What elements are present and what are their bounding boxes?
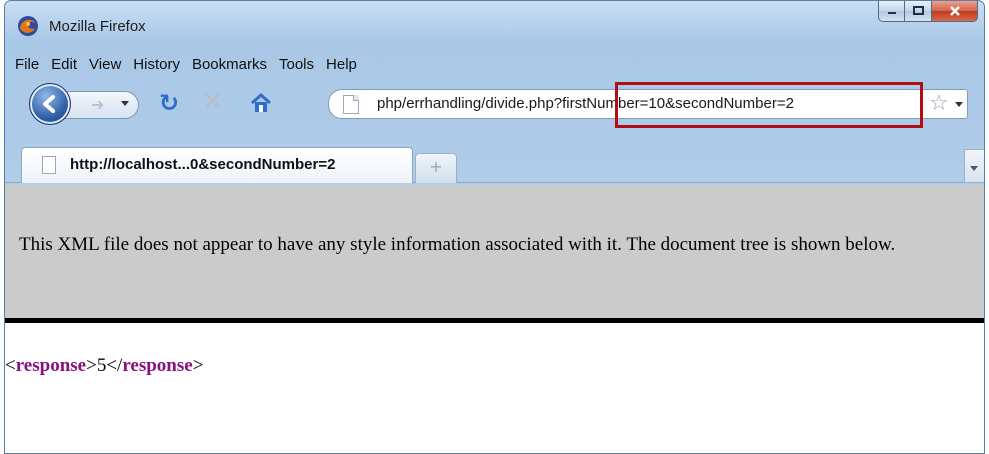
xml-tag-close: response xyxy=(122,355,193,376)
menu-help[interactable]: Help xyxy=(326,56,357,73)
forward-icon: ➜ xyxy=(91,95,105,114)
close-button[interactable] xyxy=(932,1,978,22)
back-button[interactable] xyxy=(29,83,71,125)
browser-window: Mozilla Firefox File Edit View History B… xyxy=(4,0,985,454)
close-bracket: > xyxy=(86,355,97,376)
back-icon xyxy=(43,95,55,113)
title-bar[interactable]: Mozilla Firefox xyxy=(5,1,984,45)
new-tab-button[interactable]: + xyxy=(415,153,457,183)
home-icon[interactable] xyxy=(249,91,273,115)
minimize-button[interactable] xyxy=(878,1,905,22)
end-close-bracket: > xyxy=(192,355,204,376)
close-icon xyxy=(949,6,960,16)
maximize-icon xyxy=(912,6,924,15)
maximize-button[interactable] xyxy=(905,1,932,22)
xml-info-banner: This XML file does not appear to have an… xyxy=(5,185,984,323)
xml-tag-open: response xyxy=(15,355,87,376)
xml-info-text: This XML file does not appear to have an… xyxy=(19,234,896,255)
menu-tools[interactable]: Tools xyxy=(279,56,314,73)
list-all-tabs-button[interactable] xyxy=(964,149,984,183)
firefox-icon xyxy=(18,16,38,36)
tab-page-icon xyxy=(42,156,56,174)
url-dropdown-icon[interactable] xyxy=(955,102,963,107)
page-icon xyxy=(343,95,359,114)
xml-value: 5 xyxy=(96,355,107,376)
navigation-toolbar: ➜ ↻ ✕ php/errhandling/divide.php?firstNu… xyxy=(5,81,984,128)
forward-button[interactable]: ➜ xyxy=(65,91,139,119)
menu-history[interactable]: History xyxy=(133,56,180,73)
tab-strip: http://localhost...0&secondNumber=2 + xyxy=(5,139,984,183)
menu-view[interactable]: View xyxy=(89,56,121,73)
xml-tree-line: <response>5</response> xyxy=(5,355,203,377)
stop-icon[interactable]: ✕ xyxy=(201,85,224,118)
menu-bar: File Edit View History Bookmarks Tools H… xyxy=(5,51,984,77)
open-bracket: < xyxy=(5,355,16,376)
tab-active[interactable]: http://localhost...0&secondNumber=2 xyxy=(21,147,413,183)
menu-bookmarks[interactable]: Bookmarks xyxy=(192,56,267,73)
query-string-highlight xyxy=(615,82,923,128)
address-bar[interactable]: php/errhandling/divide.php?firstNumber=1… xyxy=(328,82,968,128)
page-content: This XML file does not appear to have an… xyxy=(5,185,984,453)
tab-label: http://localhost...0&secondNumber=2 xyxy=(70,156,336,173)
reload-icon[interactable]: ↻ xyxy=(159,89,179,117)
history-dropdown-icon[interactable] xyxy=(121,101,129,106)
end-open-bracket: </ xyxy=(106,355,123,376)
minimize-icon xyxy=(887,12,896,14)
window-title: Mozilla Firefox xyxy=(49,18,146,35)
menu-file[interactable]: File xyxy=(15,56,39,73)
bookmark-star-icon[interactable]: ☆ xyxy=(929,91,949,116)
window-controls xyxy=(878,1,978,23)
menu-edit[interactable]: Edit xyxy=(51,56,77,73)
